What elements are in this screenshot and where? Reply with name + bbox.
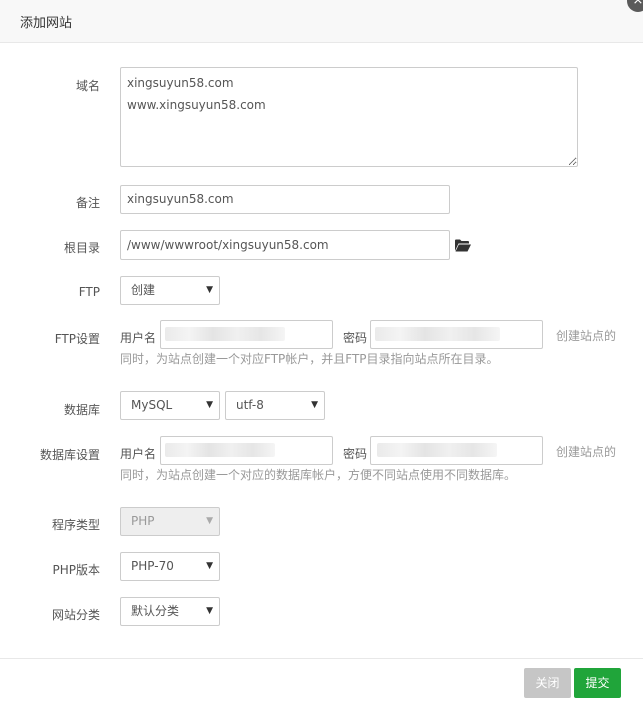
submit-button[interactable]: 提交 <box>574 668 621 698</box>
redacted-blur <box>377 443 497 457</box>
caret-down-icon: ▼ <box>206 561 213 571</box>
php-version-value: PHP-70 <box>131 559 174 573</box>
ftp-password-label: 密码 <box>343 331 368 345</box>
db-hint: 同时，为站点创建一个对应的数据库帐户，方便不同站点使用不同数据库。 <box>120 468 517 482</box>
database-charset-value: utf-8 <box>236 398 264 412</box>
program-type-label: 程序类型 <box>51 518 100 532</box>
caret-down-icon: ▼ <box>311 400 318 410</box>
redacted-blur <box>165 327 285 341</box>
php-version-label: PHP版本 <box>52 563 101 577</box>
ftp-password-input[interactable] <box>370 320 543 349</box>
ftp-username-label: 用户名 <box>120 331 157 345</box>
program-type-value: PHP <box>131 514 155 528</box>
database-charset-select[interactable]: utf-8 ▼ <box>225 391 325 420</box>
db-username-input[interactable] <box>160 436 333 465</box>
dialog-titlebar: 添加网站 × <box>0 0 643 43</box>
db-settings-label: 数据库设置 <box>39 448 100 462</box>
add-site-dialog: 添加网站 × 域名 xingsuyun58.com www.xingsuyun5… <box>0 0 643 708</box>
domain-textarea[interactable]: xingsuyun58.com www.xingsuyun58.com <box>120 67 578 167</box>
root-dir-input[interactable]: /www/wwwroot/xingsuyun58.com <box>120 230 450 260</box>
domain-label: 域名 <box>75 79 100 93</box>
db-password-label: 密码 <box>343 447 368 461</box>
caret-down-icon: ▼ <box>206 516 213 526</box>
caret-down-icon: ▼ <box>206 400 213 410</box>
database-type-value: MySQL <box>131 398 173 412</box>
ftp-label: FTP <box>78 285 100 299</box>
db-username-label: 用户名 <box>120 447 157 461</box>
program-type-select: PHP ▼ <box>120 507 220 536</box>
caret-down-icon: ▼ <box>206 285 213 295</box>
folder-open-icon[interactable] <box>455 239 471 252</box>
php-version-select[interactable]: PHP-70 ▼ <box>120 552 220 581</box>
ftp-select-value: 创建 <box>131 283 156 297</box>
ftp-settings-label: FTP设置 <box>54 332 100 346</box>
redacted-blur <box>165 443 275 457</box>
close-button[interactable]: 关闭 <box>524 668 571 698</box>
root-dir-label: 根目录 <box>63 241 100 255</box>
ftp-username-input[interactable] <box>160 320 333 349</box>
remark-input[interactable]: xingsuyun58.com <box>120 185 450 214</box>
site-category-select[interactable]: 默认分类 ▼ <box>120 597 220 626</box>
db-hint-tail: 创建站点的 <box>556 445 617 459</box>
dialog-title: 添加网站 <box>20 16 73 31</box>
database-type-select[interactable]: MySQL ▼ <box>120 391 220 420</box>
redacted-blur <box>375 327 500 341</box>
db-password-input[interactable] <box>370 436 543 465</box>
ftp-select[interactable]: 创建 ▼ <box>120 276 220 305</box>
site-category-label: 网站分类 <box>51 608 100 622</box>
ftp-hint: 同时，为站点创建一个对应FTP帐户，并且FTP目录指向站点所在目录。 <box>120 352 499 366</box>
close-icon[interactable]: × <box>627 0 643 12</box>
caret-down-icon: ▼ <box>206 606 213 616</box>
dialog-footer: 关闭 提交 <box>0 658 643 708</box>
remark-label: 备注 <box>75 196 100 210</box>
ftp-hint-tail: 创建站点的 <box>556 329 617 343</box>
site-category-value: 默认分类 <box>131 604 180 618</box>
database-label: 数据库 <box>63 403 100 417</box>
